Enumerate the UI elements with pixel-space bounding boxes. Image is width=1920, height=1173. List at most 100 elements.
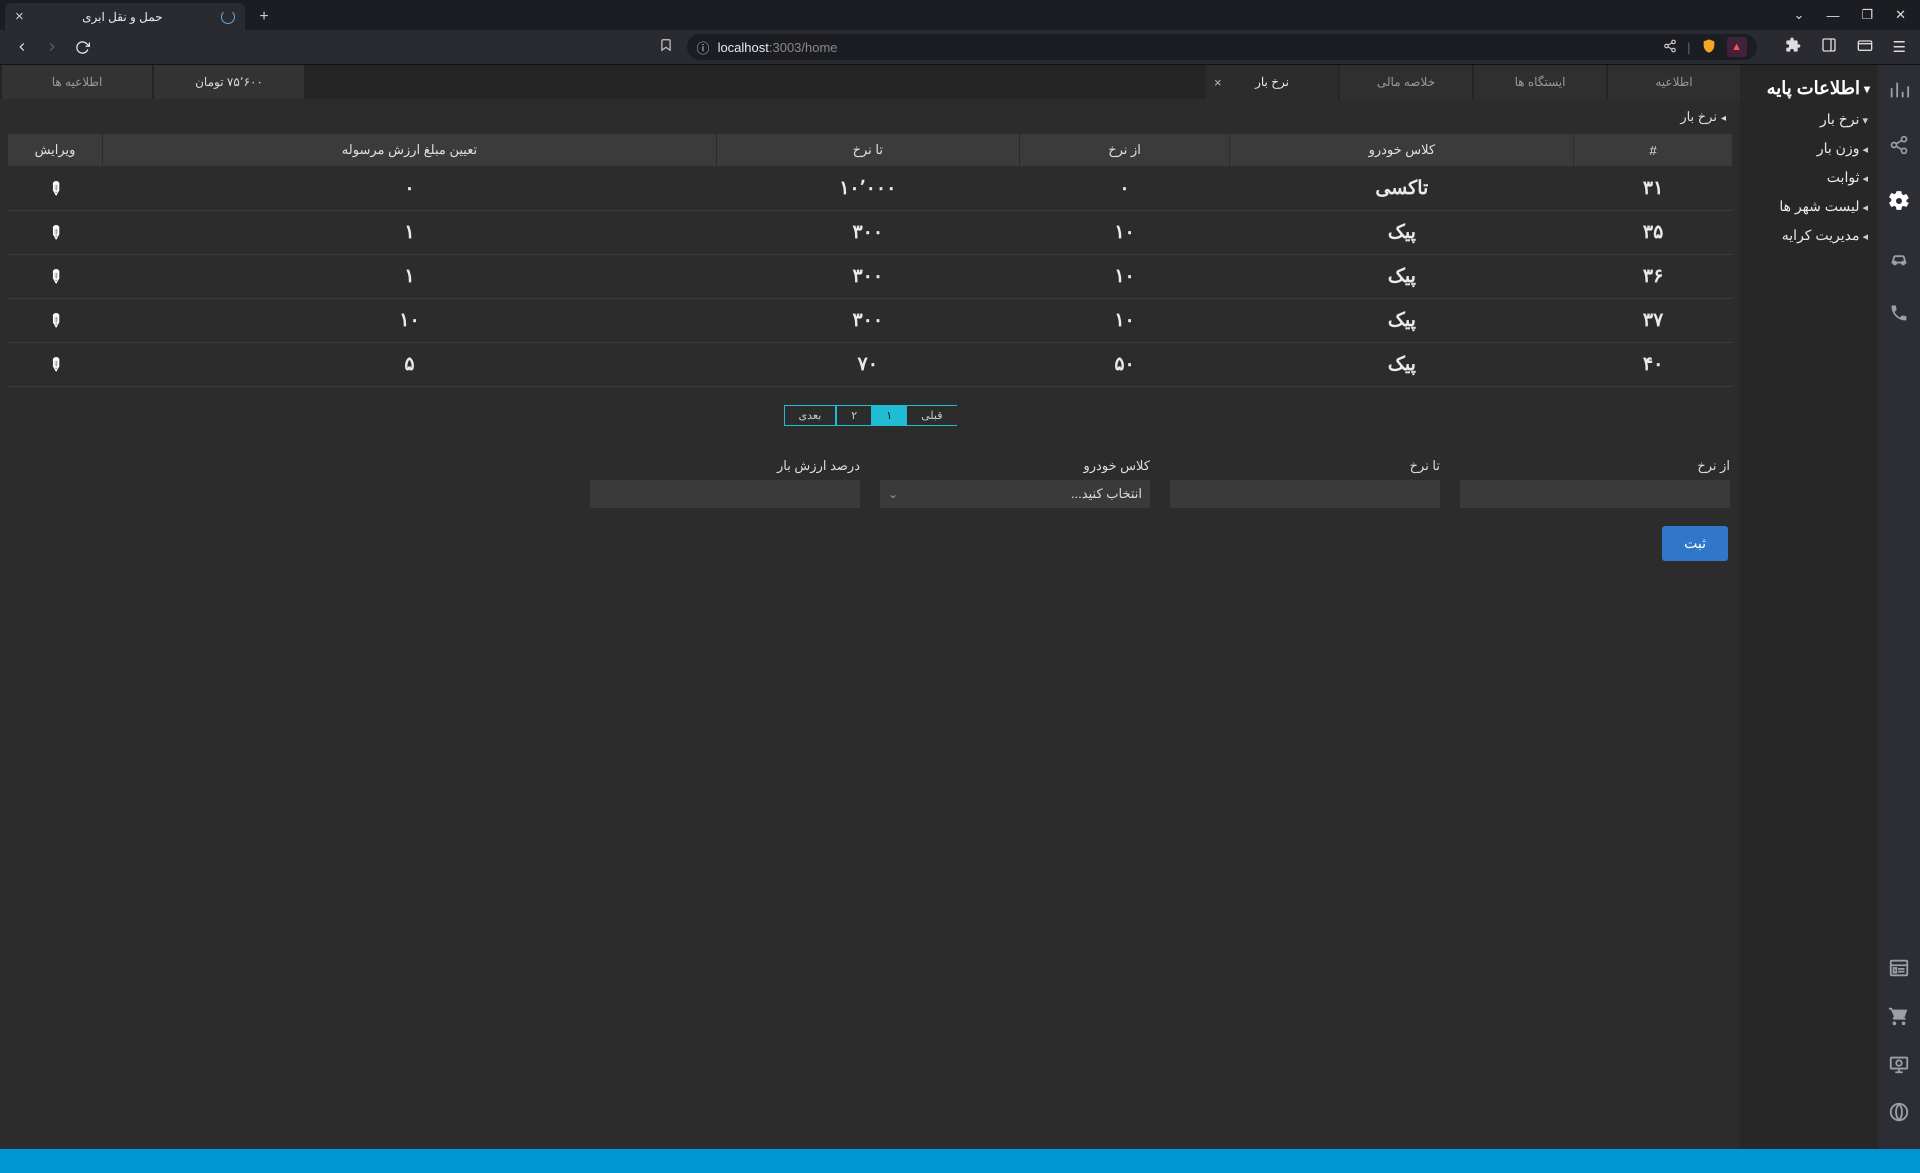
cell-id: ۳۷: [1574, 299, 1733, 343]
news-icon[interactable]: [1888, 957, 1910, 985]
browser-toolbar: ⓘ localhost:3003/home | ▲ ☰: [0, 30, 1920, 65]
sidebar-item-cities[interactable]: لیست شهر ها: [1740, 192, 1878, 221]
address-bar[interactable]: ⓘ localhost:3003/home | ▲: [687, 34, 1757, 60]
edit-icon[interactable]: ✎: [43, 264, 67, 288]
notices-pill[interactable]: اطلاعیه ها: [2, 65, 152, 99]
cell-from: ۵۰: [1019, 343, 1230, 387]
cell-to: ۷۰: [716, 343, 1019, 387]
field-to: تا نرخ: [1170, 458, 1440, 508]
extensions-icon[interactable]: [1785, 37, 1801, 57]
url-text: localhost:3003/home: [718, 40, 838, 55]
cell-from: ۱۰: [1019, 211, 1230, 255]
nav-back-button[interactable]: [14, 39, 30, 55]
pagination: بعدی ۲ ۱ قبلی: [0, 405, 1740, 426]
cell-class: پیک: [1230, 343, 1574, 387]
breadcrumb: نرخ بار: [0, 99, 1740, 125]
cell-class: تاکسی: [1230, 167, 1574, 211]
balance-pill[interactable]: ۷۵٬۶۰۰ تومان: [154, 65, 304, 99]
cell-class: پیک: [1230, 299, 1574, 343]
input-to[interactable]: [1170, 480, 1440, 508]
cell-to: ۳۰۰: [716, 299, 1019, 343]
window-controls: ⌄ — ❐ ✕: [1780, 0, 1920, 30]
cell-to: ۱۰٬۰۰۰: [716, 167, 1019, 211]
bookmark-icon[interactable]: [659, 38, 673, 57]
nav-reload-button[interactable]: [74, 39, 90, 55]
nav-forward-button[interactable]: [44, 39, 60, 55]
browser-right-icons: ☰: [1785, 37, 1906, 57]
th-val: تعیین مبلغ ارزش مرسوله: [103, 134, 717, 167]
phone-icon[interactable]: [1889, 303, 1909, 329]
window-maximize-icon[interactable]: ❐: [1861, 7, 1873, 23]
new-tab-button[interactable]: +: [253, 6, 275, 28]
field-percent: درصد ارزش بار: [590, 458, 860, 508]
label-class: کلاس خودرو: [880, 458, 1150, 474]
tab-notice[interactable]: اطلاعیه: [1608, 65, 1740, 99]
gears-icon[interactable]: [1887, 189, 1911, 219]
tabs-row: اطلاعیه ایستگاه ها خلاصه مالی × نرخ بار …: [0, 65, 1740, 99]
sidebar-item-constants[interactable]: ثوابت: [1740, 163, 1878, 192]
sidebar: ▾ اطلاعات پایه نرخ بار وزن بار ثوابت لیس…: [1740, 65, 1878, 1149]
field-class: کلاس خودرو انتخاب کنید... ⌄: [880, 458, 1150, 508]
th-id: #: [1574, 134, 1733, 167]
browser-tab[interactable]: × حمل و نقل ابری: [5, 3, 245, 30]
sidebar-item-fare[interactable]: مدیریت کرایه: [1740, 221, 1878, 250]
brave-rewards-icon[interactable]: ▲: [1727, 37, 1747, 57]
tab-rate[interactable]: × نرخ بار: [1206, 65, 1338, 99]
present-icon[interactable]: [1888, 1053, 1910, 1081]
table-row: ۳۱تاکسی۰۱۰٬۰۰۰۰✎: [8, 167, 1733, 211]
globe-icon[interactable]: [1888, 1101, 1910, 1129]
select-class[interactable]: انتخاب کنید... ⌄: [880, 480, 1150, 508]
share-icon[interactable]: [1663, 39, 1677, 56]
edit-icon[interactable]: ✎: [43, 176, 67, 200]
input-from[interactable]: [1460, 480, 1730, 508]
cell-id: ۴۰: [1574, 343, 1733, 387]
browser-tab-strip: × حمل و نقل ابری + ⌄ — ❐ ✕: [0, 0, 1920, 30]
tab-title: حمل و نقل ابری: [82, 10, 162, 24]
cell-from: ۱۰: [1019, 255, 1230, 299]
cell-to: ۳۰۰: [716, 211, 1019, 255]
th-to: تا نرخ: [716, 134, 1019, 167]
sidebar-item-rate[interactable]: نرخ بار: [1740, 105, 1878, 134]
sidebar-item-weight[interactable]: وزن بار: [1740, 134, 1878, 163]
pager-page-2[interactable]: ۲: [836, 405, 871, 426]
window-dropdown-icon[interactable]: ⌄: [1794, 7, 1805, 23]
window-minimize-icon[interactable]: —: [1826, 8, 1839, 23]
cell-val: ۱: [103, 255, 717, 299]
main-content: اطلاعیه ایستگاه ها خلاصه مالی × نرخ بار …: [0, 65, 1740, 1149]
submit-button[interactable]: ثبت: [1662, 526, 1728, 561]
tab-favicon-icon: [221, 10, 235, 24]
cart-icon[interactable]: [1888, 1005, 1910, 1033]
edit-icon[interactable]: ✎: [43, 352, 67, 376]
edit-icon[interactable]: ✎: [43, 308, 67, 332]
table-row: ۳۷پیک۱۰۳۰۰۱۰✎: [8, 299, 1733, 343]
cell-class: پیک: [1230, 255, 1574, 299]
input-percent[interactable]: [590, 480, 860, 508]
cell-val: ۵: [103, 343, 717, 387]
cell-to: ۳۰۰: [716, 255, 1019, 299]
tab-stations[interactable]: ایستگاه ها: [1474, 65, 1606, 99]
side-panel-icon[interactable]: [1821, 37, 1837, 57]
cell-val: ۰: [103, 167, 717, 211]
wallet-icon[interactable]: [1857, 37, 1873, 57]
label-from: از نرخ: [1460, 458, 1730, 474]
tab-close-icon[interactable]: ×: [15, 8, 24, 25]
pager-prev[interactable]: قبلی: [906, 405, 956, 426]
brave-shield-icon[interactable]: [1701, 38, 1717, 57]
pager-next[interactable]: بعدی: [784, 405, 837, 426]
browser-menu-icon[interactable]: ☰: [1893, 38, 1906, 56]
rate-table: # کلاس خودرو از نرخ تا نرخ تعیین مبلغ ار…: [7, 133, 1733, 387]
th-class: کلاس خودرو: [1230, 134, 1574, 167]
stats-icon[interactable]: [1888, 79, 1910, 107]
site-info-icon[interactable]: ⓘ: [697, 38, 710, 57]
field-from: از نرخ: [1460, 458, 1730, 508]
tab-financial[interactable]: خلاصه مالی: [1340, 65, 1472, 99]
car-icon[interactable]: [1888, 247, 1910, 275]
status-bar: [0, 1149, 1920, 1173]
share-rail-icon[interactable]: [1889, 135, 1909, 161]
cell-val: ۱: [103, 211, 717, 255]
edit-icon[interactable]: ✎: [43, 220, 67, 244]
tab-close-icon[interactable]: ×: [1214, 75, 1222, 90]
sidebar-title[interactable]: ▾ اطلاعات پایه: [1740, 72, 1878, 105]
window-close-icon[interactable]: ✕: [1895, 7, 1906, 23]
pager-page-1[interactable]: ۱: [871, 405, 906, 426]
